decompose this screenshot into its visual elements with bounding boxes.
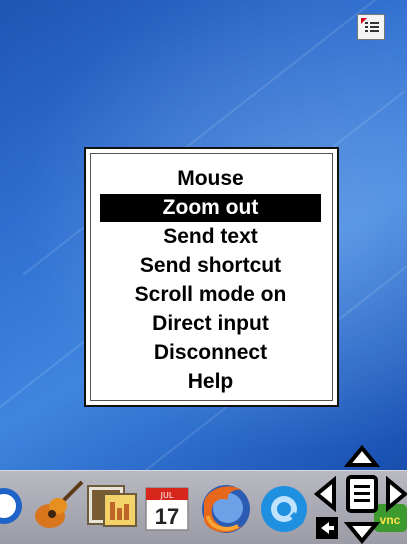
calendar-icon[interactable]: JUL 17 [144, 486, 192, 532]
guitar-icon[interactable] [30, 478, 86, 532]
context-menu: Mouse Zoom out Send text Send shortcut S… [84, 147, 339, 407]
nav-left-arrow-icon[interactable] [313, 475, 336, 513]
quicktime-icon[interactable] [258, 482, 312, 536]
menu-item-send-text[interactable]: Send text [100, 223, 321, 251]
nav-down-arrow-icon[interactable] [343, 522, 381, 544]
firefox-icon[interactable] [198, 482, 254, 536]
menu-item-send-shortcut[interactable]: Send shortcut [100, 252, 321, 280]
menu-item-direct-input[interactable]: Direct input [100, 310, 321, 338]
calendar-day: 17 [155, 504, 179, 529]
menu-item-zoom-out[interactable]: Zoom out [100, 194, 321, 222]
calendar-month: JUL [160, 491, 174, 500]
remote-desktop-screen[interactable]: Mouse Zoom out Send text Send shortcut S… [0, 0, 407, 544]
menu-item-scroll-mode[interactable]: Scroll mode on [100, 281, 321, 309]
app-icon[interactable] [0, 484, 26, 528]
nav-right-arrow-icon[interactable] [386, 475, 407, 513]
photo-slideshow-icon[interactable] [86, 480, 138, 532]
navigation-pad [313, 445, 407, 544]
nav-back-icon[interactable] [316, 517, 338, 539]
nav-menu-icon[interactable] [346, 475, 378, 513]
menu-list-icon[interactable] [357, 14, 385, 40]
nav-up-arrow-icon[interactable] [343, 445, 381, 467]
menu-item-mouse[interactable]: Mouse [100, 165, 321, 193]
menu-item-help[interactable]: Help [100, 368, 321, 396]
menu-item-disconnect[interactable]: Disconnect [100, 339, 321, 367]
